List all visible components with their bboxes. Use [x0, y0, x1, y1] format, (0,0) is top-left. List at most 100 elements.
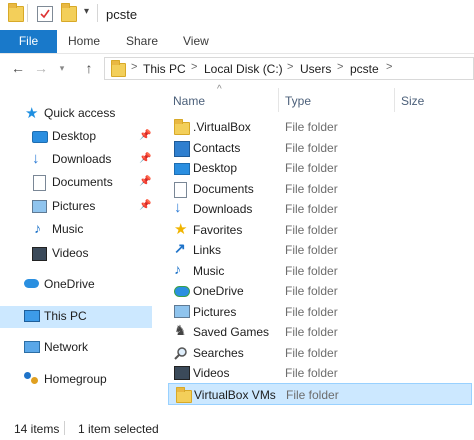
file-type: File folder [285, 264, 338, 278]
nav-item-pictures[interactable]: Pictures 📌 [0, 196, 152, 218]
onedrive-icon [174, 286, 190, 297]
homegroup-icon [24, 372, 31, 379]
back-icon[interactable]: ← [9, 58, 27, 78]
videos-icon [32, 247, 47, 261]
tab-home[interactable]: Home [68, 30, 100, 53]
breadcrumb-separator: > [386, 61, 393, 73]
documents-icon [174, 182, 187, 198]
file-row[interactable]: Searches File folder [169, 343, 471, 363]
file-row[interactable]: ↓ Downloads File folder [169, 199, 471, 219]
nav-item-downloads[interactable]: ↓ Downloads 📌 [0, 149, 152, 171]
file-name: Documents [193, 182, 254, 196]
divider [27, 4, 28, 22]
file-type: File folder [285, 346, 338, 360]
pin-icon[interactable]: 📌 [139, 200, 151, 211]
nav-item-desktop[interactable]: Desktop 📌 [0, 126, 152, 148]
column-divider[interactable] [278, 88, 279, 112]
properties-check-icon[interactable] [37, 6, 53, 22]
nav-item-quick-access[interactable]: ★ Quick access [0, 103, 152, 125]
selection-count: 1 item selected [78, 422, 159, 436]
file-row[interactable]: .VirtualBox File folder [169, 117, 471, 137]
nav-item-homegroup[interactable]: Homegroup [0, 369, 152, 391]
qat-dropdown-icon[interactable]: ▾ [84, 6, 89, 17]
file-row[interactable]: Contacts File folder [169, 138, 471, 158]
tab-file[interactable]: File [0, 30, 57, 53]
column-header-name[interactable]: Name [173, 94, 205, 108]
file-row[interactable]: Desktop File folder [169, 158, 471, 178]
cloud-icon [24, 279, 39, 288]
file-name: Contacts [193, 141, 241, 155]
window-title: pcste [106, 7, 138, 22]
file-name: Desktop [193, 161, 238, 175]
column-header-type[interactable]: Type [285, 94, 311, 108]
nav-item-videos[interactable]: Videos [0, 243, 152, 265]
nav-item-music[interactable]: ♪ Music [0, 219, 152, 241]
tab-view[interactable]: View [183, 30, 209, 53]
folder-icon [8, 3, 24, 22]
nav-label: Pictures [52, 199, 96, 213]
file-row[interactable]: Pictures File folder [169, 302, 471, 322]
file-row[interactable]: OneDrive File folder [169, 281, 471, 301]
file-type: File folder [285, 366, 338, 380]
file-row[interactable]: ♪ Music File folder [169, 261, 471, 281]
music-icon: ♪ [34, 220, 41, 236]
saved-games-icon: ♞ [174, 322, 187, 338]
pin-icon[interactable]: 📌 [139, 153, 151, 164]
tab-share[interactable]: Share [126, 30, 158, 53]
desktop-icon [174, 163, 190, 175]
videos-icon [174, 366, 190, 380]
recent-locations-icon[interactable]: ▾ [53, 58, 71, 78]
documents-icon [33, 175, 46, 191]
forward-icon[interactable]: → [32, 58, 50, 78]
file-row[interactable]: Documents File folder [169, 179, 471, 199]
nav-label: This PC [44, 309, 87, 323]
file-name: Music [193, 264, 225, 278]
nav-label: Documents [52, 175, 113, 189]
column-header-size[interactable]: Size [401, 94, 424, 108]
download-arrow-icon: ↓ [32, 150, 40, 167]
folder-icon [111, 60, 126, 77]
new-folder-icon[interactable] [61, 3, 77, 22]
item-count: 14 items [14, 422, 60, 436]
pin-icon[interactable]: 📌 [139, 176, 151, 187]
file-row[interactable]: ♞ Saved Games File folder [169, 322, 471, 342]
file-type: File folder [285, 202, 338, 216]
nav-label: Homegroup [44, 372, 107, 386]
file-type: File folder [285, 325, 338, 339]
nav-item-onedrive[interactable]: OneDrive [0, 274, 152, 296]
file-type: File folder [285, 243, 338, 257]
nav-item-documents[interactable]: Documents 📌 [0, 172, 152, 194]
up-icon[interactable]: ↑ [80, 58, 98, 78]
pictures-icon [174, 305, 190, 318]
links-icon: ↗ [174, 240, 186, 256]
computer-icon [24, 310, 40, 322]
search-icon [174, 346, 188, 360]
file-type: File folder [285, 305, 338, 319]
desktop-icon [32, 131, 48, 143]
column-divider[interactable] [394, 88, 395, 112]
sort-ascending-icon: ^ [217, 84, 222, 95]
breadcrumb-separator: > [191, 61, 198, 73]
download-arrow-icon: ↓ [174, 199, 182, 216]
breadcrumb-this-pc[interactable]: This PC [143, 62, 186, 76]
file-row-selected[interactable]: VirtualBox VMs File folder [168, 383, 472, 405]
breadcrumb-separator: > [287, 61, 294, 73]
file-row[interactable]: ↗ Links File folder [169, 240, 471, 260]
file-type: File folder [285, 141, 338, 155]
folder-icon [176, 387, 192, 403]
file-row[interactable]: Videos File folder [169, 363, 471, 383]
pictures-icon [32, 200, 47, 213]
file-type: File folder [285, 120, 338, 134]
pin-icon[interactable]: 📌 [139, 130, 151, 141]
breadcrumb-local-disk[interactable]: Local Disk (C:) [204, 62, 283, 76]
file-name: Favorites [193, 223, 243, 237]
breadcrumb-pcste[interactable]: pcste [350, 62, 379, 76]
nav-label: OneDrive [44, 277, 95, 291]
file-row[interactable]: ★ Favorites File folder [169, 220, 471, 240]
nav-item-network[interactable]: Network [0, 337, 152, 359]
nav-label: Desktop [52, 129, 97, 143]
file-name: Searches [193, 346, 244, 360]
breadcrumb-users[interactable]: Users [300, 62, 331, 76]
favorites-star-icon: ★ [174, 221, 188, 238]
nav-item-this-pc[interactable]: This PC [0, 306, 152, 328]
